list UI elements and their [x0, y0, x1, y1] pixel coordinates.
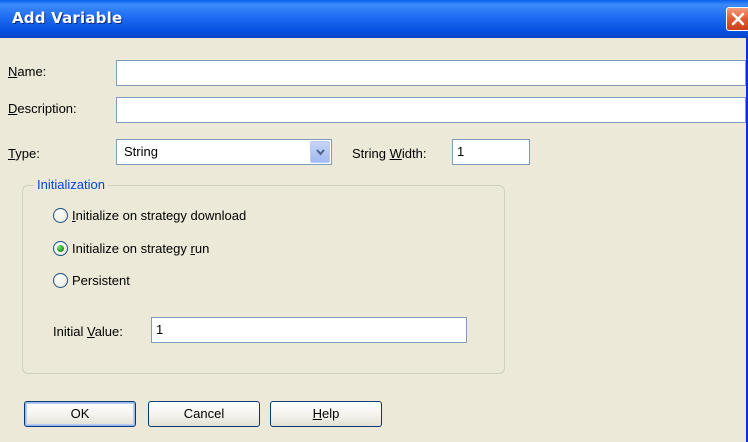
- initial-value-label: Initial Value:: [53, 324, 123, 339]
- help-button-mnemonic: H: [312, 406, 323, 421]
- name-label-rest: ame:: [17, 64, 47, 79]
- radio-selected-dot: [57, 245, 64, 252]
- radio-initialize-on-run[interactable]: [53, 241, 68, 256]
- add-variable-dialog: Add Variable Name: Description: Type: St…: [0, 0, 748, 442]
- name-field[interactable]: [116, 60, 746, 86]
- radio-initialize-on-download[interactable]: [53, 208, 68, 223]
- initial-value-label-mnemonic: V: [86, 324, 95, 339]
- initial-value-field[interactable]: 1: [151, 317, 467, 343]
- initial-value-label-pre: Initial: [53, 324, 87, 339]
- name-label: Name:: [8, 64, 46, 79]
- description-label-mnemonic: D: [8, 101, 18, 116]
- type-select[interactable]: String: [116, 139, 332, 165]
- close-button[interactable]: [726, 7, 748, 31]
- initialization-legend: Initialization: [34, 177, 108, 192]
- string-width-label-pre: String: [352, 146, 390, 161]
- string-width-field[interactable]: 1: [452, 139, 530, 165]
- radio-persistent[interactable]: [53, 273, 68, 288]
- initial-value-label-rest: alue:: [94, 324, 123, 339]
- string-width-label-mnemonic: W: [389, 146, 402, 161]
- window-title: Add Variable: [12, 9, 123, 27]
- name-label-mnemonic: N: [8, 64, 18, 79]
- type-select-value: String: [124, 144, 158, 159]
- radio-label-download-rest: nitialize on strategy download: [75, 208, 247, 223]
- radio-label-persistent[interactable]: Persistent: [72, 273, 130, 288]
- chevron-down-icon: [316, 149, 325, 156]
- title-bar[interactable]: Add Variable: [0, 0, 748, 38]
- type-select-dropdown-button[interactable]: [310, 141, 330, 163]
- radio-label-download[interactable]: Initialize on strategy download: [72, 208, 246, 223]
- help-button-rest: elp: [322, 406, 340, 421]
- description-label: Description:: [8, 101, 77, 116]
- description-field[interactable]: [116, 97, 746, 123]
- ok-button[interactable]: OK: [24, 401, 136, 427]
- type-label: Type:: [8, 146, 40, 161]
- radio-label-run-rest: un: [194, 241, 210, 256]
- close-icon: [731, 12, 745, 26]
- description-label-rest: escription:: [17, 101, 77, 116]
- radio-label-run-pre: Initialize on strategy: [72, 241, 191, 256]
- string-width-label: String Width:: [352, 146, 426, 161]
- cancel-button[interactable]: Cancel: [148, 401, 260, 427]
- type-label-rest: ype:: [15, 146, 40, 161]
- string-width-label-rest: idth:: [401, 146, 427, 161]
- radio-label-run[interactable]: Initialize on strategy run: [72, 241, 209, 256]
- help-button[interactable]: Help: [270, 401, 382, 427]
